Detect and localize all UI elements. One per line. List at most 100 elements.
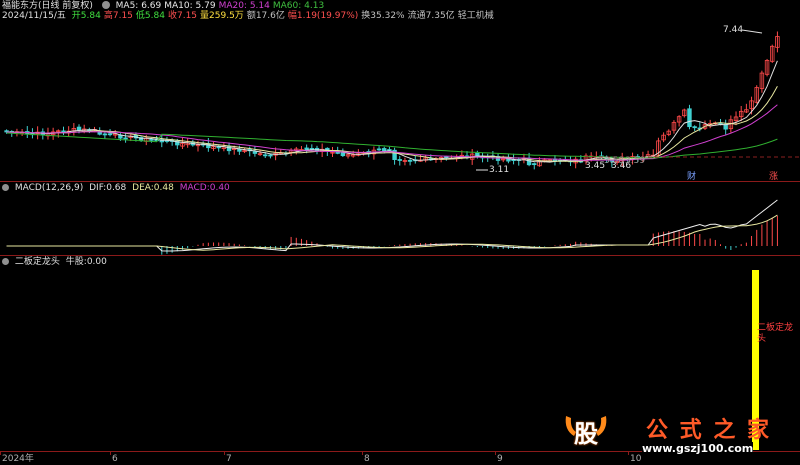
watermark-title: 公 式 之 家 [646,418,771,443]
quote-item-value: 35.32% [370,11,405,21]
macd-dif-value: 0.68 [106,183,127,193]
quote-item-label: 开 [71,11,81,21]
candle-body [102,133,108,136]
candle-body [123,137,128,140]
candle-body [252,151,258,154]
low-price-label-2: 3.45 [585,161,606,171]
quote-item-label: 换 [361,11,371,21]
quote-item: 量259.5万 [200,11,244,21]
chart-canvas[interactable] [0,0,800,465]
quote-item-value: 5.84 [144,11,165,21]
watermark-logo: 股 [562,410,610,450]
macd-value: 0.40 [209,183,230,193]
low-price-label: 3.11 [489,165,510,175]
quote-bar: 2024/11/15/五 开5.84 高7.15 低5.84 收7.15 量259.5万… [2,11,500,22]
quote-item: 额17.6亿 [247,11,285,21]
quote-item-label: 高 [103,11,113,21]
indicator-title[interactable]: 二板定龙头 [15,257,60,267]
x-axis-tick [110,451,111,455]
indicator-bar-label: 二板定龙头 [757,323,794,344]
macd-title[interactable]: MACD(12,26,9) [15,183,83,193]
watermark-url: www.gszj100.com [642,442,754,455]
ma-legend-item: MA10: 5.79 [164,1,216,11]
quote-item-label: 收 [167,11,177,21]
x-axis-label: 8 [364,454,370,464]
x-axis-tick [224,451,225,455]
settings-icon[interactable] [101,1,110,9]
x-axis-label: 2024年 [2,454,34,464]
ma-legend: MA5: 6.69 MA10: 5.79 MA20: 5.14 MA60: 4.13 [116,1,328,11]
candle-body [263,154,268,157]
quote-item-value: 17.6亿 [255,11,285,21]
candle-body [340,152,346,157]
candle-body [692,126,697,129]
x-axis-tick [495,451,496,455]
stock-name[interactable]: 福能东方 [2,1,38,11]
pane-separator-price[interactable] [0,181,800,182]
quote-date: 2024/11/15/五 [2,11,66,21]
candle-body [304,147,309,151]
candle-body [226,145,232,152]
quote-item: 流通7.35亿 [408,11,455,21]
x-axis-label: 7 [226,454,232,464]
indicator-settings-icon[interactable] [2,258,9,265]
indicator-param-value: 0.00 [86,257,107,267]
quote-item-value: 5.84 [80,11,101,21]
candle-body [687,108,692,128]
ma-legend-item: MA60: 4.13 [272,1,325,11]
quote-item: 收7.15 [168,11,197,21]
quote-items: 开5.84 高7.15 低5.84 收7.15 量259.5万 额17.6亿 幅1.19(1… [72,11,497,21]
candle-body [532,163,537,166]
x-axis-label: 10 [630,454,642,464]
quote-item-value: 轻工机械 [457,11,494,21]
high-price-label: 7.44 [723,25,744,35]
pane-separator-macd[interactable] [0,255,800,256]
quote-item: 幅1.19(19.97%) [288,11,358,21]
candle-body [76,126,82,131]
quote-item-label: 流通 [407,11,426,21]
macd-header: MACD(12,26,9) DIF:0.68 DEA:0.48 MACD:0.4… [2,183,233,194]
chart-mode[interactable]: (日线 前复权) [38,1,93,11]
quote-item-value: 7.15 [176,11,198,21]
quote-item: 换35.32% [361,11,404,21]
candle-body [237,148,242,152]
quote-item-label: 量 [200,11,210,21]
macd-dea-value: 0.48 [153,183,174,193]
quote-item-value: 259.5万 [209,11,244,21]
level-label-2: 3.59 [625,156,646,166]
quote-item: 轻工机械 [458,11,494,21]
candle-body [475,152,480,157]
candle-body [387,149,392,151]
macd-dea-label: DEA: [132,183,154,193]
candle-body [407,159,413,162]
quote-item-label: 幅 [287,11,297,21]
candle-body [335,151,340,154]
x-axis-label: 9 [497,454,503,464]
macd-dif-label: DIF: [89,183,107,193]
watermark-char: 股 [574,420,598,448]
quote-item-label: 额 [246,11,256,21]
candle-body [268,154,273,157]
quote-item-value: 7.15 [112,11,133,21]
candle-body [149,138,154,141]
candle-body [107,133,113,136]
macd-dea-line [6,214,778,251]
x-axis-tick [362,451,363,455]
quote-item-label: 低 [135,11,145,21]
ma-legend-item: MA5: 6.69 [115,1,162,11]
ma20-line [6,104,778,161]
macd-settings-icon[interactable] [2,184,9,191]
quote-item: 高7.15 [104,11,133,21]
level-label-1: 3.58 [604,156,625,166]
indicator-param-label: 牛股: [65,257,87,267]
candle-body [216,146,221,149]
quote-item-value: 1.19(19.97%) [296,11,359,21]
indicator-header: 二板定龙头 牛股:0.00 [2,257,110,268]
x-axis-tick [628,451,629,455]
high-arrow [741,29,763,34]
x-axis-label: 6 [112,454,118,464]
ma-legend-item: MA20: 5.14 [218,1,270,11]
macd-dif-line [6,199,778,252]
x-axis-tick [0,451,1,455]
candle-body [397,159,402,161]
